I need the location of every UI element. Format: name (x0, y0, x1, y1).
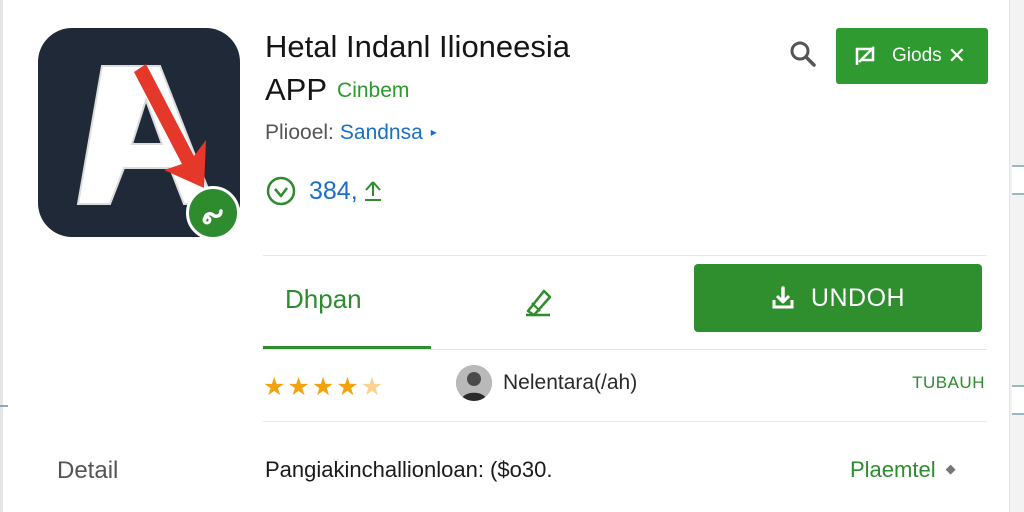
detail-label: Detail (57, 457, 119, 484)
download-icon (772, 286, 794, 309)
star-icon: ★ (287, 373, 310, 401)
download-count-value: 384, (309, 176, 358, 205)
scrollbar-marker (1012, 385, 1024, 415)
edit-flag-icon (855, 46, 875, 65)
caret-right-icon: ▸ (430, 125, 437, 139)
app-store-page: Hetal Indanl Ilioneesia APP Cinbem Pliooe… (0, 0, 1024, 512)
user-avatar-icon (456, 365, 492, 401)
open-tab-label: Dhpan (285, 284, 362, 314)
link-badge-icon (186, 186, 240, 240)
publisher-link[interactable]: Sandnsa (340, 121, 423, 144)
star-icon: ★ (263, 373, 286, 401)
search-button[interactable] (787, 38, 819, 70)
app-subtitle: APP Cinbem (265, 73, 409, 108)
star-icon: ★ (311, 373, 335, 401)
reviewer-name[interactable]: Nelentara(/ah) (503, 371, 637, 395)
detail-value: Pangiakinchallionloan: ($o30. (265, 457, 553, 482)
half-star-icon: ★ (360, 373, 384, 401)
star-rating: ★ ★ ★ ★ ★ (263, 373, 385, 401)
app-title: Hetal Indanl Ilioneesia (265, 29, 571, 64)
publisher-label: Pliooel: (265, 121, 334, 144)
edit-button[interactable] (518, 285, 558, 321)
download-count: 384, (265, 173, 384, 209)
report-link[interactable]: TUBAUH (912, 373, 985, 393)
install-button-label: UNDOH (810, 283, 906, 312)
action-row: Dhpan UNDOH (263, 255, 987, 350)
open-tab[interactable]: Dhpan (263, 256, 431, 349)
close-chip-label: Giods (892, 45, 942, 66)
install-button[interactable]: UNDOH (694, 264, 982, 332)
close-icon: ✕ (947, 43, 967, 68)
search-icon (790, 41, 816, 67)
edit-pencil-icon (526, 289, 552, 317)
rating-row: ★ ★ ★ ★ ★ Nelentara(/ah) TUBAUH (263, 353, 987, 422)
shield-check-icon (266, 176, 296, 206)
share-up-icon (364, 181, 381, 201)
scroll-marker (0, 405, 8, 421)
close-chip-button[interactable]: Giods ✕ (836, 28, 988, 84)
detail-link-label: Plaemtel (850, 457, 936, 482)
star-icon: ★ (336, 373, 359, 401)
scrollbar-marker (1012, 165, 1024, 195)
window-left-edge (0, 0, 3, 512)
avatar[interactable] (456, 365, 492, 401)
detail-link[interactable]: Plaemtel ◆ (850, 457, 956, 483)
scrollbar-track[interactable] (1009, 0, 1024, 512)
app-subtitle-text: APP (265, 72, 328, 107)
app-category-tag[interactable]: Cinbem (337, 79, 409, 102)
publisher-row: Pliooel: Sandnsa ▸ (265, 121, 437, 145)
diamond-arrow-icon: ◆ (945, 461, 956, 476)
